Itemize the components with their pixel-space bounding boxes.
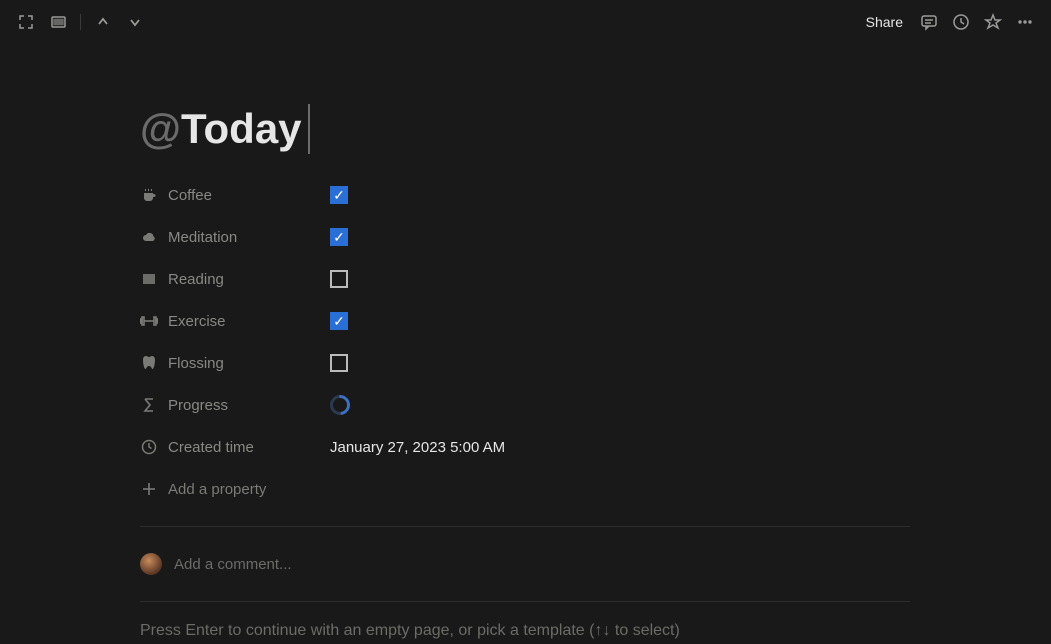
prev-page-icon[interactable] <box>89 8 117 36</box>
divider <box>80 14 81 30</box>
property-row: Progress <box>140 384 900 426</box>
coffee-icon <box>140 186 158 204</box>
property-row: Coffee ✓ <box>140 174 900 216</box>
separator <box>140 601 910 602</box>
property-label[interactable]: Flossing <box>140 354 330 372</box>
updates-icon[interactable] <box>947 8 975 36</box>
check-icon: ✓ <box>333 314 345 328</box>
comment-input[interactable]: Add a comment... <box>140 543 900 585</box>
property-label-text: Reading <box>168 271 224 288</box>
property-label-text: Flossing <box>168 355 224 372</box>
property-row: Meditation ✓ <box>140 216 900 258</box>
property-text-value: January 27, 2023 5:00 AM <box>330 439 505 456</box>
page-content: @Today Coffee ✓ Meditation ✓ Reading Exercise… <box>0 44 900 640</box>
separator <box>140 526 910 527</box>
property-label[interactable]: Progress <box>140 396 330 414</box>
property-value[interactable]: ✓ <box>330 228 348 246</box>
expand-icon[interactable] <box>12 8 40 36</box>
property-label[interactable]: Created time <box>140 438 330 456</box>
book-icon <box>140 270 158 288</box>
page-title: @Today <box>140 105 302 153</box>
check-icon: ✓ <box>333 188 345 202</box>
checkbox[interactable]: ✓ <box>330 228 348 246</box>
more-icon[interactable] <box>1011 8 1039 36</box>
checkbox[interactable] <box>330 354 348 372</box>
empty-page-hint[interactable]: Press Enter to continue with an empty pa… <box>140 622 900 640</box>
property-value[interactable] <box>330 395 350 415</box>
page-title-row[interactable]: @Today <box>140 104 900 154</box>
topbar: Share <box>0 0 1051 44</box>
sigma-icon <box>140 396 158 414</box>
property-row: Exercise ✓ <box>140 300 900 342</box>
checkbox[interactable] <box>330 270 348 288</box>
comment-placeholder: Add a comment... <box>174 556 292 573</box>
check-icon: ✓ <box>333 230 345 244</box>
tooth-icon <box>140 354 158 372</box>
topbar-right: Share <box>858 8 1039 36</box>
add-property-label: Add a property <box>168 481 266 498</box>
clock-icon <box>140 438 158 456</box>
property-value[interactable] <box>330 354 348 372</box>
peek-mode-icon[interactable] <box>44 8 72 36</box>
text-cursor <box>308 104 310 154</box>
property-label-text: Progress <box>168 397 228 414</box>
properties-list: Coffee ✓ Meditation ✓ Reading Exercise ✓ Flossi… <box>140 174 900 468</box>
property-label-text: Meditation <box>168 229 237 246</box>
next-page-icon[interactable] <box>121 8 149 36</box>
checkbox[interactable]: ✓ <box>330 186 348 204</box>
plus-icon <box>140 480 158 498</box>
cloud-icon <box>140 228 158 246</box>
property-row: Reading <box>140 258 900 300</box>
favorite-icon[interactable] <box>979 8 1007 36</box>
add-property-button[interactable]: Add a property <box>140 468 900 510</box>
property-label[interactable]: Coffee <box>140 186 330 204</box>
property-label[interactable]: Reading <box>140 270 330 288</box>
property-value[interactable]: ✓ <box>330 186 348 204</box>
property-label[interactable]: Meditation <box>140 228 330 246</box>
title-prefix: @ <box>140 105 181 153</box>
property-row: Flossing <box>140 342 900 384</box>
barbell-icon <box>140 312 158 330</box>
topbar-left <box>12 8 149 36</box>
comments-icon[interactable] <box>915 8 943 36</box>
avatar <box>140 553 162 575</box>
property-value[interactable]: ✓ <box>330 312 348 330</box>
property-label-text: Coffee <box>168 187 212 204</box>
property-label[interactable]: Exercise <box>140 312 330 330</box>
title-text: Today <box>181 105 302 153</box>
checkbox[interactable]: ✓ <box>330 312 348 330</box>
property-row: Created time January 27, 2023 5:00 AM <box>140 426 900 468</box>
progress-ring-icon <box>326 391 354 419</box>
property-label-text: Created time <box>168 439 254 456</box>
property-label-text: Exercise <box>168 313 226 330</box>
share-button[interactable]: Share <box>858 10 911 34</box>
property-value[interactable]: January 27, 2023 5:00 AM <box>330 439 505 456</box>
property-value[interactable] <box>330 270 348 288</box>
